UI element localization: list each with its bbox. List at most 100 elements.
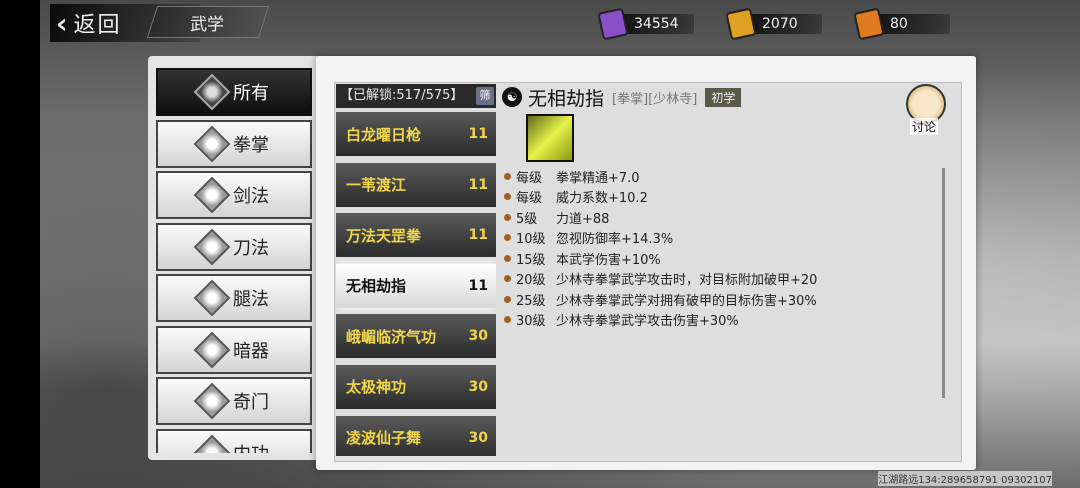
effect-text: 威力系数+10.2 [556,191,648,207]
effect-row: 25级 少林寺拳掌武学对拥有破甲的目标伤害+30% [504,289,944,310]
skill-row[interactable]: 太极神功 30 [336,364,496,409]
category-label: 剑法 [233,186,269,207]
skill-row[interactable]: 白龙曜日枪 11 [336,112,496,156]
skill-level: 11 [468,176,488,193]
shuriken-icon [193,331,231,368]
skill-row[interactable]: 峨嵋临济气功 30 [336,314,496,359]
effects-list: 每级 拳掌精通+7.0 每级 威力系数+10.2 5级 力道+88 10级 忽视防御率+… [504,166,944,330]
martial-stance-icon: ☯ [502,87,522,107]
skill-row-selected[interactable]: 无相劫指 11 [336,263,496,308]
skill-name: 凌波仙子舞 [346,429,422,448]
effect-level: 10级 [516,232,546,248]
skill-name: 白龙曜日枪 [346,125,422,144]
skill-level: 30 [468,328,488,345]
sword-icon [193,176,231,214]
effect-text: 少林寺拳掌武学攻击伤害+30% [556,314,739,330]
effect-row: 15级 本武学伤害+10% [504,248,944,269]
skill-name: 太极神功 [346,378,407,397]
skill-row[interactable]: 一苇渡江 11 [336,162,496,207]
category-label: 刀法 [233,237,269,259]
skill-thumbnail [526,114,574,162]
gold-ticket-icon [725,7,757,41]
effect-level: 15级 [516,252,546,268]
player-id: 江湖路远134:289658791 09302107 [878,471,1052,486]
scrollbar-thumb[interactable] [942,168,945,398]
bullet-icon [504,295,511,303]
skill-level: 11 [468,126,488,142]
bullet-icon [504,316,511,324]
skill-level: 11 [468,227,488,244]
bullet-icon [504,254,511,262]
category-fist[interactable]: 拳掌 [156,119,312,168]
effect-level: 每级 [516,191,543,207]
detail-rank: 初学 [705,87,742,107]
skill-row[interactable]: 凌波仙子舞 30 [336,415,496,456]
resource-value: 80 [890,16,908,32]
effect-text: 少林寺拳掌武学攻击时，对目标附加破甲+20 [556,273,818,289]
back-label: 返回 [73,13,122,38]
skill-name: 万法天罡拳 [346,226,422,245]
effect-row: 每级 拳掌精通+7.0 [504,166,944,187]
effect-level: 30级 [516,314,546,330]
category-all[interactable]: 所有 [156,68,312,116]
detail-tags: [拳掌][少林寺] [612,91,698,107]
fist-icon [193,125,231,162]
discuss-label: 讨论 [910,118,939,135]
skill-row[interactable]: 万法天罡拳 11 [336,213,496,258]
category-panel: 所有 拳掌 剑法 刀法 腿法 暗器 奇门 内功 [148,56,324,460]
category-list: 所有 拳掌 剑法 刀法 腿法 暗器 奇门 内功 [156,68,312,453]
category-label: 所有 [233,83,269,104]
effect-row: 每级 威力系数+10.2 [504,187,944,208]
internal-energy-icon [193,434,231,453]
category-label: 内功 [233,440,269,454]
effect-text: 忽视防御率+14.3% [556,232,674,248]
category-label: 奇门 [233,392,269,413]
category-hidden-weapon[interactable]: 暗器 [156,325,312,374]
effect-text: 本武学伤害+10% [556,252,661,268]
effect-text: 力道+88 [556,211,610,227]
category-sword[interactable]: 剑法 [156,171,312,219]
left-edge [0,0,40,488]
filter-button[interactable]: 筛 [476,87,494,105]
skill-rows[interactable]: 白龙曜日枪 11 一苇渡江 11 万法天罡拳 11 无相劫指 11 峨嵋临济气功… [336,112,496,456]
resource-gold: 2070 [725,7,822,41]
category-label: 腿法 [233,289,269,310]
effect-level: 5级 [516,211,538,227]
scrollbar[interactable] [942,168,945,398]
effect-level: 每级 [516,170,543,186]
discuss-button[interactable]: 讨论 [902,84,950,136]
resource-value: 34554 [634,16,679,32]
effect-row: 20级 少林寺拳掌武学攻击时，对目标附加破甲+20 [504,269,944,290]
resource-purple: 34554 [597,7,694,41]
bullet-icon [504,172,511,180]
exotic-weapon-icon [193,382,231,420]
category-kick[interactable]: 腿法 [156,274,312,322]
detail-header: ☯ 无相劫指 [拳掌][少林寺] 初学 [502,84,742,110]
category-internal[interactable]: 内功 [156,428,312,454]
bullet-icon [504,213,511,221]
effect-text: 少林寺拳掌武学对拥有破甲的目标伤害+30% [556,293,817,309]
top-bar: ‹ 返回 武学 34554 2070 80 [40,0,1080,46]
skill-detail: ☯ 无相劫指 [拳掌][少林寺] 初学 每级 拳掌精通+7.0 每级 威力系数+10… [498,82,958,452]
effect-row: 5级 力道+88 [504,207,944,228]
category-blade[interactable]: 刀法 [156,222,312,271]
purple-ticket-icon [597,7,629,41]
resource-value: 2070 [762,16,798,32]
effect-text: 拳掌精通+7.0 [556,170,640,186]
page-title: 武学 [190,15,224,35]
skill-name: 无相劫指 [346,277,407,296]
effect-level: 25级 [516,293,546,309]
effect-row: 30级 少林寺拳掌武学攻击伤害+30% [504,310,944,331]
category-label: 暗器 [233,340,269,362]
bullet-icon [504,275,511,283]
bullet-icon [504,234,511,242]
bullet-icon [504,193,511,201]
category-exotic[interactable]: 奇门 [156,377,312,425]
detail-title: 无相劫指 [528,87,605,110]
skill-name: 峨嵋临济气功 [346,327,437,346]
skill-level: 30 [468,378,488,395]
orange-ticket-icon [853,7,885,41]
all-icon [193,73,231,111]
unlocked-count: 【已解锁:517/575】 [336,84,496,108]
skill-level: 11 [468,277,488,294]
